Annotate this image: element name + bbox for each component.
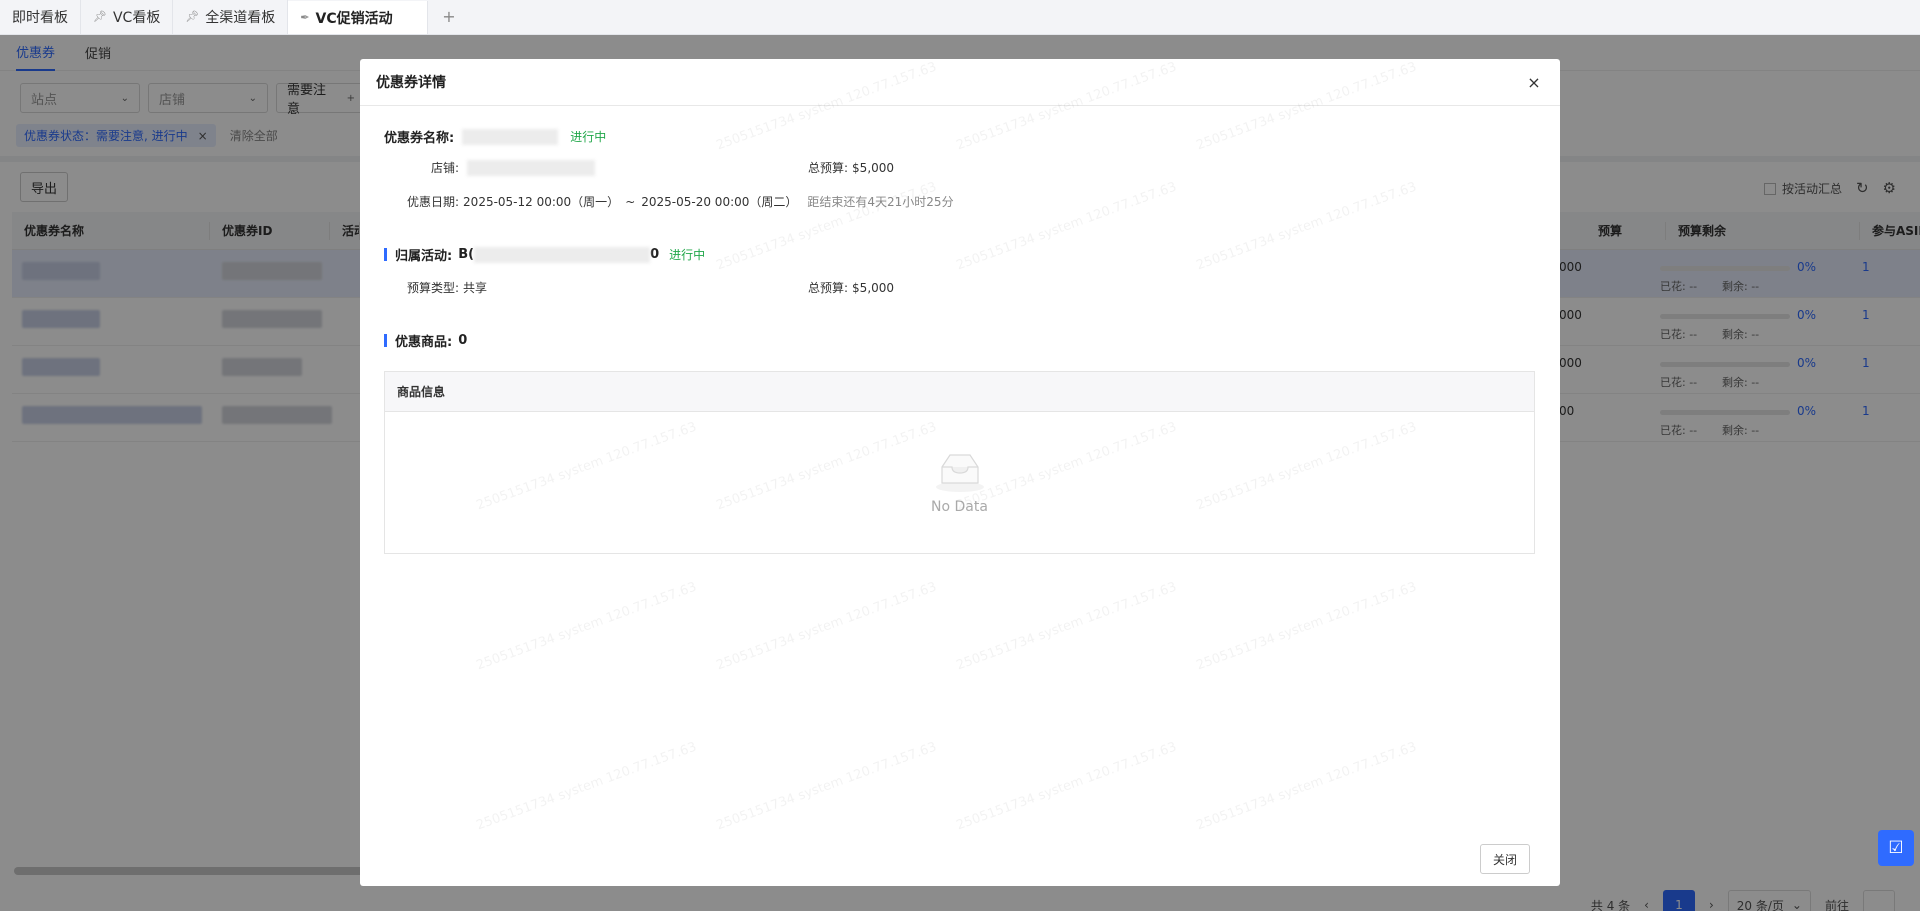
coupon-status-badge: 进行中 <box>570 130 607 144</box>
total-budget-row: 总预算: $5,000 <box>808 159 894 176</box>
date-start: 2025-05-12 00:00（周一） <box>463 195 620 209</box>
tab-label: 即时看板 <box>12 9 68 26</box>
total-budget-value: $5,000 <box>852 160 895 175</box>
section-marker <box>384 248 387 261</box>
top-tab-bar: 即时看板 📌︎ VC看板 📌︎ 全渠道看板 ✒ VC促销活动 + <box>0 0 1920 35</box>
date-separator: ~ <box>625 194 636 209</box>
pin-icon: 📌︎ <box>93 10 107 23</box>
add-tab-button[interactable]: + <box>428 0 469 34</box>
watermark-text: 2505151734 system 120.77.157.63 <box>714 739 939 834</box>
activity-row: 归属活动: B( 0 进行中 <box>384 245 705 264</box>
budget-type-row: 预算类型: 共享 <box>407 279 487 296</box>
tab-instant-board[interactable]: 即时看板 <box>0 0 81 34</box>
activity-suffix: 0 <box>650 247 660 262</box>
products-label: 优惠商品: <box>395 335 453 350</box>
activity-total-budget-value: $5,000 <box>852 280 895 295</box>
coupon-name-label: 优惠券名称: <box>384 131 455 146</box>
total-budget-label: 总预算: <box>808 161 849 175</box>
watermark-text: 2505151734 system 120.77.157.63 <box>1194 739 1419 834</box>
tab-label: 全渠道看板 <box>205 9 276 26</box>
modal-header: 优惠券详情 × <box>360 59 1560 106</box>
close-icon[interactable]: × <box>1524 73 1544 92</box>
date-row: 优惠日期: 2025-05-12 00:00（周一） ~ 2025-05-20 … <box>407 193 954 210</box>
store-label: 店铺: <box>431 161 460 175</box>
product-table-header: 商品信息 <box>385 372 1534 412</box>
store-redacted <box>467 159 596 176</box>
products-row: 优惠商品: 0 <box>384 331 467 350</box>
activity-redacted <box>474 246 651 263</box>
tab-label: VC促销活动 <box>315 10 393 27</box>
close-button[interactable]: 关闭 <box>1480 844 1530 874</box>
activity-label: 归属活动: <box>395 249 453 264</box>
watermark-text: 2505151734 system 120.77.157.63 <box>954 579 1179 674</box>
activity-status-badge: 进行中 <box>669 248 706 262</box>
watermark-text: 2505151734 system 120.77.157.63 <box>474 739 699 834</box>
products-count: 0 <box>458 333 468 348</box>
pin-icon: 📌︎ <box>185 10 200 23</box>
coupon-detail-modal: 优惠券详情 × 优惠券名称: 进行中 店铺: 总预算: $5,000 优惠日期:… <box>360 59 1560 886</box>
activity-prefix: B( <box>458 247 475 262</box>
activity-total-budget-row: 总预算: $5,000 <box>808 279 894 296</box>
tab-vc-promotions[interactable]: ✒ VC促销活动 <box>288 1 429 34</box>
activity-total-budget-label: 总预算: <box>808 281 849 295</box>
watermark-text: 2505151734 system 120.77.157.63 <box>714 579 939 674</box>
coupon-name-redacted <box>462 128 559 145</box>
empty-text: No Data <box>931 498 988 515</box>
empty-state: No Data <box>385 412 1534 553</box>
budget-type-value: 共享 <box>463 281 488 295</box>
pin-icon: ✒ <box>300 11 310 24</box>
watermark-text: 2505151734 system 120.77.157.63 <box>954 179 1179 274</box>
watermark-text: 2505151734 system 120.77.157.63 <box>954 739 1179 834</box>
coupon-name-row: 优惠券名称: 进行中 <box>384 127 606 146</box>
tab-label: VC看板 <box>112 9 161 26</box>
inbox-empty-icon <box>935 453 984 492</box>
budget-type-label: 预算类型: <box>407 281 460 295</box>
date-label: 优惠日期: <box>407 195 460 209</box>
modal-title: 优惠券详情 <box>376 75 446 91</box>
watermark-text: 2505151734 system 120.77.157.63 <box>474 579 699 674</box>
store-row: 店铺: <box>431 159 596 176</box>
watermark-text: 2505151734 system 120.77.157.63 <box>1194 579 1419 674</box>
date-remaining: 距结束还有4天21小时25分 <box>807 195 954 209</box>
tab-vc-board[interactable]: 📌︎ VC看板 <box>81 0 174 34</box>
watermark-text: 2505151734 system 120.77.157.63 <box>1194 179 1419 274</box>
section-marker <box>384 334 387 347</box>
product-table: 商品信息 No Data <box>384 371 1535 554</box>
date-end: 2025-05-20 00:00（周二） <box>641 195 798 209</box>
calendar-check-icon[interactable]: ☑ <box>1878 830 1914 866</box>
tab-omnichannel-board[interactable]: 📌︎ 全渠道看板 <box>173 0 289 34</box>
